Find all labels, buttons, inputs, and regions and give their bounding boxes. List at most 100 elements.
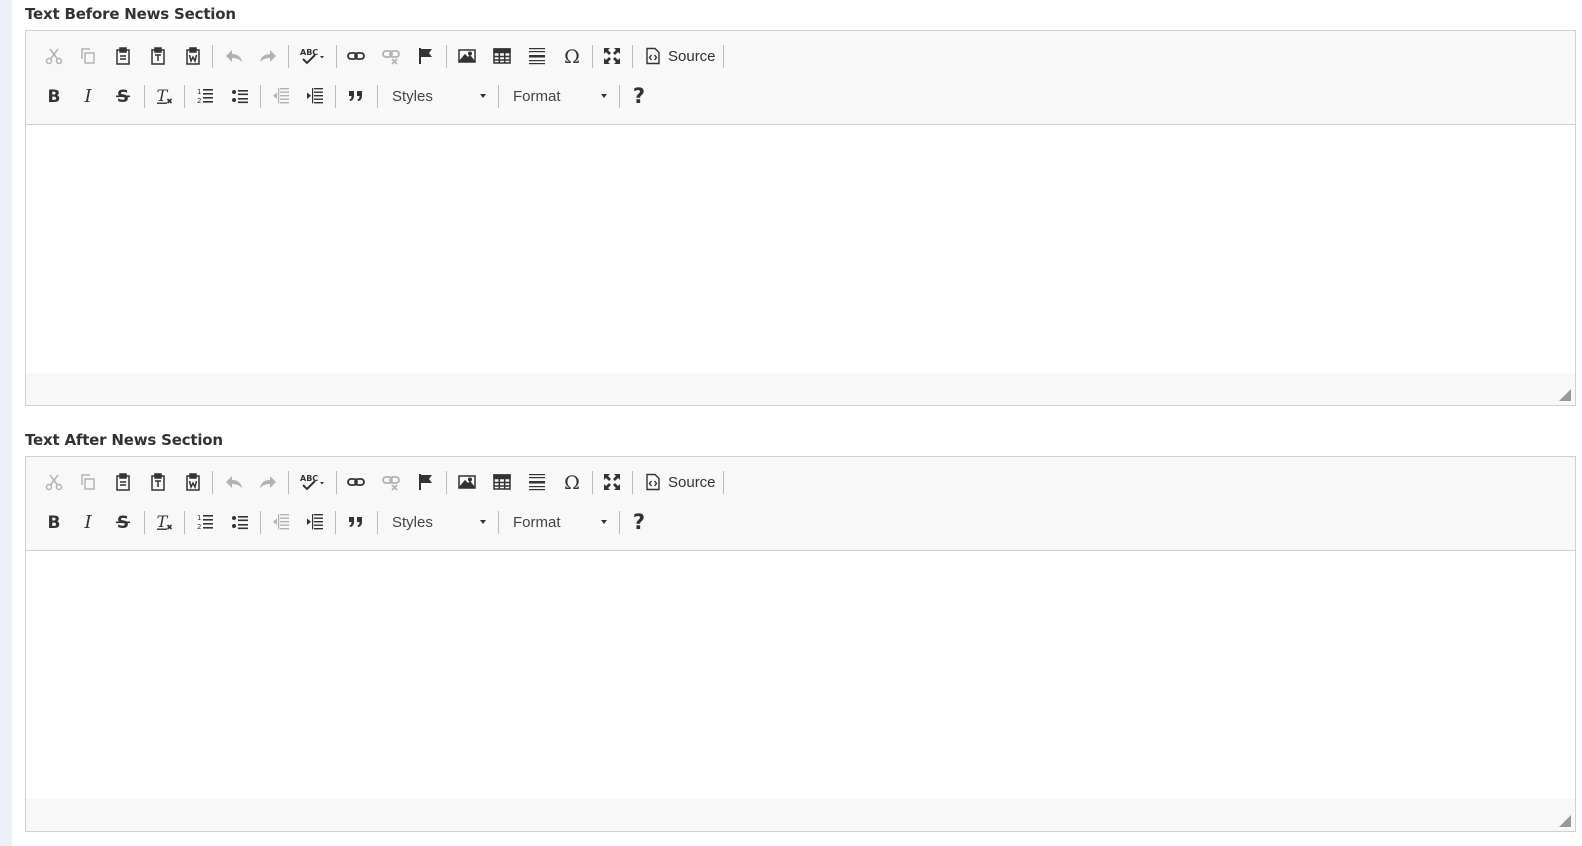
toolbar-separator bbox=[592, 471, 593, 494]
help-icon: ? bbox=[632, 510, 646, 534]
cut-icon[interactable] bbox=[39, 41, 69, 71]
chevron-down-icon bbox=[480, 520, 486, 524]
svg-text:1: 1 bbox=[197, 514, 201, 522]
toolbar-separator bbox=[336, 471, 337, 494]
editor-section-after-news: Text After News Section ABC Ω Source B I… bbox=[25, 430, 1576, 840]
toolbar-separator bbox=[184, 85, 185, 108]
toolbar-separator bbox=[335, 511, 336, 534]
table-icon[interactable] bbox=[487, 467, 517, 497]
format-label: Format bbox=[513, 87, 561, 105]
toolbar-separator bbox=[184, 511, 185, 534]
source-button[interactable]: Source bbox=[638, 41, 720, 71]
undo-icon[interactable] bbox=[219, 467, 249, 497]
svg-text:Ω: Ω bbox=[564, 472, 580, 492]
help-button[interactable]: ? bbox=[624, 81, 654, 111]
bulleted-list-icon[interactable] bbox=[225, 507, 255, 537]
toolbar-separator bbox=[260, 511, 261, 534]
chevron-down-icon bbox=[601, 94, 607, 98]
special-char-icon[interactable]: Ω bbox=[557, 467, 587, 497]
indent-icon[interactable] bbox=[300, 507, 330, 537]
horizontal-rule-icon[interactable] bbox=[522, 467, 552, 497]
format-dropdown[interactable]: Format bbox=[503, 83, 613, 109]
styles-dropdown[interactable]: Styles bbox=[382, 509, 492, 535]
image-icon[interactable] bbox=[452, 41, 482, 71]
anchor-icon[interactable] bbox=[411, 41, 441, 71]
paste-word-icon[interactable] bbox=[178, 41, 208, 71]
italic-icon[interactable]: I bbox=[73, 81, 103, 111]
editor-section-before-news: Text Before News Section ABC Ω Source B … bbox=[25, 4, 1576, 414]
paste-text-icon[interactable] bbox=[143, 41, 173, 71]
remove-format-icon[interactable]: T bbox=[149, 507, 179, 537]
link-icon[interactable] bbox=[341, 41, 371, 71]
paste-icon[interactable] bbox=[108, 467, 138, 497]
blockquote-icon[interactable] bbox=[341, 507, 371, 537]
section-label: Text Before News Section bbox=[25, 5, 236, 23]
cut-icon[interactable] bbox=[39, 467, 69, 497]
toolbar-separator bbox=[632, 471, 633, 494]
resize-handle-icon[interactable] bbox=[1559, 815, 1571, 827]
svg-text:T: T bbox=[157, 512, 169, 531]
strike-icon[interactable]: S bbox=[108, 507, 138, 537]
paste-icon[interactable] bbox=[108, 41, 138, 71]
source-button[interactable]: Source bbox=[638, 467, 720, 497]
numbered-list-icon[interactable]: 12 bbox=[190, 507, 220, 537]
toolbar-separator bbox=[446, 471, 447, 494]
maximize-icon[interactable] bbox=[597, 467, 627, 497]
paste-word-icon[interactable] bbox=[178, 467, 208, 497]
source-icon bbox=[646, 47, 660, 65]
redo-icon[interactable] bbox=[253, 467, 283, 497]
italic-icon[interactable]: I bbox=[73, 507, 103, 537]
copy-icon[interactable] bbox=[73, 41, 103, 71]
toolbar-separator bbox=[619, 511, 620, 534]
styles-dropdown[interactable]: Styles bbox=[382, 83, 492, 109]
help-icon: ? bbox=[632, 84, 646, 108]
table-icon[interactable] bbox=[487, 41, 517, 71]
source-label: Source bbox=[668, 47, 716, 65]
chevron-down-icon bbox=[480, 94, 486, 98]
resize-handle-icon[interactable] bbox=[1559, 389, 1571, 401]
paste-text-icon[interactable] bbox=[143, 467, 173, 497]
svg-text:B: B bbox=[48, 87, 61, 106]
undo-icon[interactable] bbox=[219, 41, 249, 71]
link-icon[interactable] bbox=[341, 467, 371, 497]
numbered-list-icon[interactable]: 12 bbox=[190, 81, 220, 111]
toolbar-separator bbox=[377, 511, 378, 534]
image-icon[interactable] bbox=[452, 467, 482, 497]
unlink-icon[interactable] bbox=[376, 467, 406, 497]
toolbar-separator bbox=[144, 511, 145, 534]
bold-icon[interactable]: B bbox=[39, 507, 69, 537]
svg-text:Ω: Ω bbox=[564, 46, 580, 66]
unlink-icon[interactable] bbox=[376, 41, 406, 71]
toolbar-row-2: B I S T 12 Styles Format ? bbox=[26, 505, 1575, 539]
toolbar-separator bbox=[212, 45, 213, 68]
strike-icon[interactable]: S bbox=[108, 81, 138, 111]
redo-icon[interactable] bbox=[253, 41, 283, 71]
toolbar-separator bbox=[377, 85, 378, 108]
spellcheck-icon[interactable]: ABC bbox=[294, 467, 332, 497]
toolbar-separator bbox=[723, 471, 724, 494]
outdent-icon[interactable] bbox=[266, 81, 296, 111]
editor-content-area[interactable] bbox=[26, 550, 1575, 800]
toolbar-separator bbox=[336, 45, 337, 68]
toolbar-separator bbox=[632, 45, 633, 68]
maximize-icon[interactable] bbox=[597, 41, 627, 71]
editor-toolbar: ABC Ω Source B I S T 1 2 Styles Format ? bbox=[26, 31, 1575, 123]
horizontal-rule-icon[interactable] bbox=[522, 41, 552, 71]
blockquote-icon[interactable] bbox=[341, 81, 371, 111]
anchor-icon[interactable] bbox=[411, 467, 441, 497]
outdent-icon[interactable] bbox=[266, 507, 296, 537]
editor-status-bar bbox=[26, 799, 1575, 831]
bulleted-list-icon[interactable] bbox=[225, 81, 255, 111]
editor-content-area[interactable] bbox=[26, 124, 1575, 374]
remove-format-icon[interactable]: T bbox=[149, 81, 179, 111]
format-dropdown[interactable]: Format bbox=[503, 509, 613, 535]
help-button[interactable]: ? bbox=[624, 507, 654, 537]
spellcheck-icon[interactable]: ABC bbox=[294, 41, 332, 71]
bold-icon[interactable]: B bbox=[39, 81, 69, 111]
toolbar-separator bbox=[260, 85, 261, 108]
special-char-icon[interactable]: Ω bbox=[557, 41, 587, 71]
toolbar-separator bbox=[619, 85, 620, 108]
svg-text:I: I bbox=[83, 86, 92, 106]
copy-icon[interactable] bbox=[73, 467, 103, 497]
indent-icon[interactable] bbox=[300, 81, 330, 111]
